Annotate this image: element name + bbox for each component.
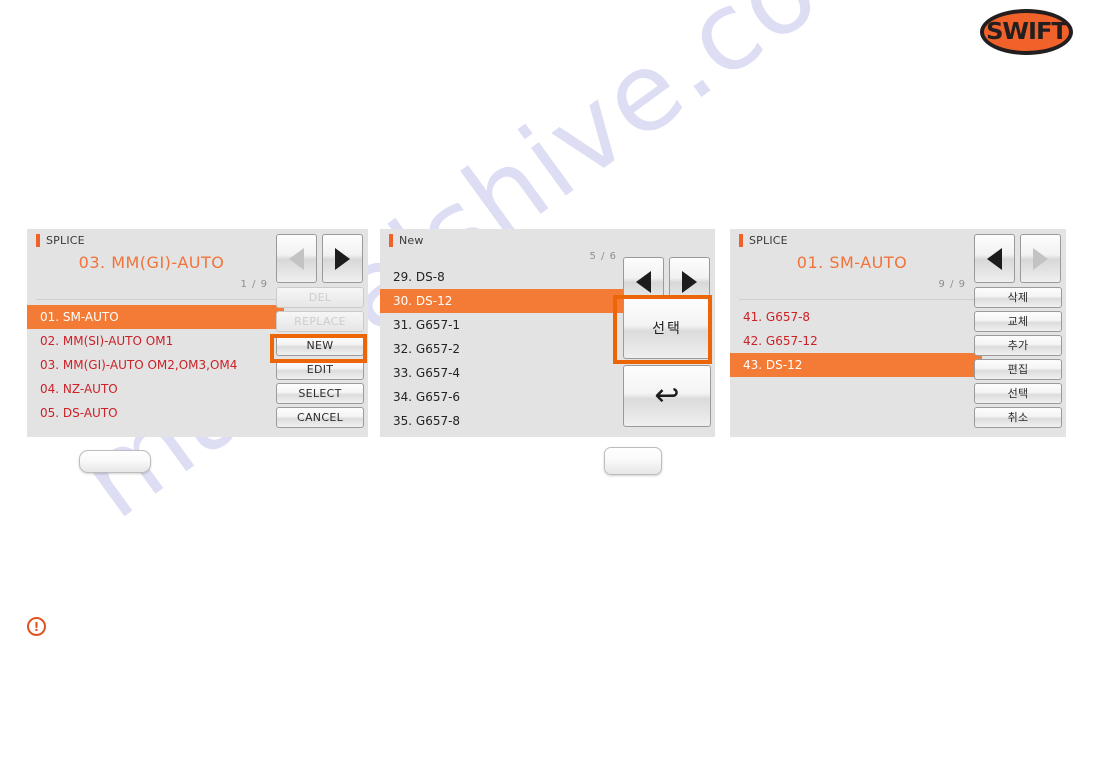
screen-2-page-indicator: 5 / 6 [589, 251, 617, 262]
list-item[interactable]: 43. DS-12 [730, 353, 982, 377]
screen-1-button-column: DEL REPLACE NEW EDIT SELECT CANCEL [276, 234, 364, 431]
screen-3-nav-row [974, 234, 1062, 283]
screen-new-fiber-list: New 5 / 6 29. DS-8 30. DS-12 31. G657-1 … [380, 229, 715, 437]
title-tick-icon [389, 234, 393, 247]
screen-3-page-indicator: 9 / 9 [938, 279, 966, 290]
screen-2-titlebar: New [389, 234, 424, 247]
list-item[interactable]: 33. G657-4 [380, 361, 627, 385]
select-button-korean[interactable]: 선택 [974, 383, 1062, 404]
screen-3-title: SPLICE [749, 234, 788, 247]
list-item[interactable]: 29. DS-8 [380, 265, 627, 289]
list-item[interactable]: 03. MM(GI)-AUTO OM2,OM3,OM4 [27, 353, 284, 377]
screen-2-body: New 5 / 6 29. DS-8 30. DS-12 31. G657-1 … [380, 229, 715, 437]
next-arrow-icon [1033, 247, 1048, 270]
list-item[interactable]: 31. G657-1 [380, 313, 627, 337]
logo-oval: SWIFT [980, 9, 1073, 55]
logo-wordmark: SWIFT [986, 18, 1068, 45]
cancel-button-korean[interactable]: 취소 [974, 407, 1062, 428]
list-item[interactable]: 32. G657-2 [380, 337, 627, 361]
screen-1-title: SPLICE [46, 234, 85, 247]
screen-3-list: 41. G657-8 42. G657-12 43. DS-12 [730, 305, 982, 377]
select-button[interactable]: SELECT [276, 383, 364, 404]
select-button-korean[interactable]: 선택 [623, 297, 711, 359]
cancel-button[interactable]: CANCEL [276, 407, 364, 428]
prev-page-button[interactable] [974, 234, 1015, 283]
add-button-korean[interactable]: 추가 [974, 335, 1062, 356]
prev-arrow-icon [987, 247, 1002, 270]
screen-1-nav-row [276, 234, 364, 283]
screen-1-body: SPLICE 03. MM(GI)-AUTO 1 / 9 01. SM-AUTO… [27, 229, 368, 437]
delete-button-korean[interactable]: 삭제 [974, 287, 1062, 308]
edit-button-korean[interactable]: 편집 [974, 359, 1062, 380]
next-arrow-icon [682, 270, 697, 293]
prev-arrow-icon [289, 247, 304, 270]
list-item[interactable]: 41. G657-8 [730, 305, 982, 329]
screen-3-mode-heading: 01. SM-AUTO [796, 253, 908, 272]
screen-3-button-column: 삭제 교체 추가 편집 선택 취소 [974, 234, 1062, 431]
title-tick-icon [36, 234, 40, 247]
screen-1-mode-heading: 03. MM(GI)-AUTO [78, 253, 225, 272]
screen-1-page-indicator: 1 / 9 [240, 279, 268, 290]
return-arrow-icon: ↩ [654, 378, 680, 413]
list-item[interactable]: 02. MM(SI)-AUTO OM1 [27, 329, 284, 353]
back-button[interactable]: ↩ [623, 365, 711, 427]
list-item[interactable]: 30. DS-12 [380, 289, 627, 313]
next-arrow-icon [335, 247, 350, 270]
screen-3-titlebar: SPLICE [739, 234, 788, 247]
list-item[interactable]: 42. G657-12 [730, 329, 982, 353]
screen-splice-mode-list: SPLICE 03. MM(GI)-AUTO 1 / 9 01. SM-AUTO… [27, 229, 368, 437]
new-button[interactable]: NEW [276, 335, 364, 356]
replace-button-korean[interactable]: 교체 [974, 311, 1062, 332]
screen-1-divider [36, 299, 276, 300]
next-page-button[interactable] [322, 234, 363, 283]
warning-exclamation-icon: ! [27, 617, 46, 636]
blank-button-2[interactable] [604, 447, 662, 475]
swift-logo: SWIFT [980, 9, 1073, 55]
screen-3-body: SPLICE 01. SM-AUTO 9 / 9 41. G657-8 42. … [730, 229, 1066, 437]
prev-arrow-icon [636, 270, 651, 293]
screen-1-list: 01. SM-AUTO 02. MM(SI)-AUTO OM1 03. MM(G… [27, 305, 284, 425]
list-item[interactable]: 35. G657-8 [380, 409, 627, 433]
screen-splice-mode-list-page9: SPLICE 01. SM-AUTO 9 / 9 41. G657-8 42. … [730, 229, 1066, 437]
blank-button-1[interactable] [79, 450, 151, 473]
screen-2-title: New [399, 234, 424, 247]
title-tick-icon [739, 234, 743, 247]
edit-button[interactable]: EDIT [276, 359, 364, 380]
list-item[interactable]: 34. G657-6 [380, 385, 627, 409]
list-item[interactable]: 04. NZ-AUTO [27, 377, 284, 401]
del-button[interactable]: DEL [276, 287, 364, 308]
screen-3-divider [739, 299, 974, 300]
list-item[interactable]: 05. DS-AUTO [27, 401, 284, 425]
prev-page-button[interactable] [276, 234, 317, 283]
screen-1-titlebar: SPLICE [36, 234, 85, 247]
screen-2-list: 29. DS-8 30. DS-12 31. G657-1 32. G657-2… [380, 265, 627, 433]
list-item[interactable]: 01. SM-AUTO [27, 305, 284, 329]
next-page-button[interactable] [1020, 234, 1061, 283]
replace-button[interactable]: REPLACE [276, 311, 364, 332]
